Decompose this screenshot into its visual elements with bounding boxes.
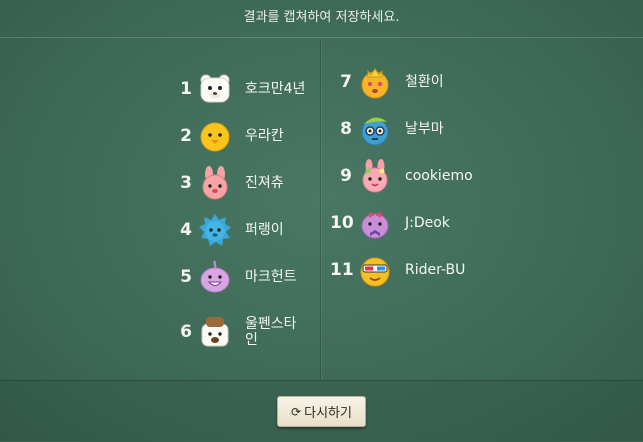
- rank-number: 4: [180, 220, 192, 240]
- player-name: 철환이: [405, 74, 444, 90]
- pink-rabbit-icon: [198, 166, 232, 200]
- player-name: 우라칸: [245, 128, 284, 144]
- rank-number: 10: [330, 213, 354, 233]
- rank-number: 11: [330, 260, 354, 280]
- instruction-header: 결과를 캡쳐하여 저장하세요.: [0, 0, 643, 38]
- refresh-icon: ⟳: [291, 404, 302, 419]
- rank-row-10: 10 J:Deok: [330, 206, 515, 240]
- rank-row-3: 3 진져츄: [170, 166, 307, 200]
- blue-spiky-icon: [198, 213, 232, 247]
- blue-glasses-icon: [358, 112, 392, 146]
- rank-row-9: 9 cookiemo: [330, 159, 515, 193]
- yellow-3d-glasses-icon: [358, 253, 392, 287]
- rank-number: 6: [180, 322, 192, 342]
- purple-blob-icon: [198, 260, 232, 294]
- player-name: Rider-BU: [405, 262, 466, 278]
- player-name: 날부마: [405, 121, 444, 137]
- rank-number: 9: [340, 166, 352, 186]
- rank-number: 8: [340, 119, 352, 139]
- player-name: J:Deok: [405, 215, 450, 231]
- player-name: 마크헌트: [245, 269, 297, 285]
- rank-row-6: 6 울펜스타인: [170, 315, 307, 349]
- player-name: 진져츄: [245, 175, 284, 191]
- bear-hat-icon: [198, 315, 232, 349]
- retry-label: 다시하기: [304, 406, 352, 421]
- rank-number: 3: [180, 173, 192, 193]
- footer-bar: ⟳ 다시하기: [0, 380, 643, 442]
- purple-bow-icon: [358, 206, 392, 240]
- retry-button[interactable]: ⟳ 다시하기: [277, 396, 366, 427]
- player-name: 퍼랭이: [245, 222, 284, 238]
- rank-number: 1: [180, 79, 192, 99]
- polar-bear-icon: [198, 72, 232, 106]
- rank-row-11: 11 Rider-BU: [330, 253, 515, 287]
- player-name: 울펜스타인: [245, 316, 297, 348]
- crowned-face-icon: [358, 65, 392, 99]
- rank-row-5: 5 마크헌트: [170, 260, 307, 294]
- rank-row-2: 2 우라칸: [170, 119, 307, 153]
- chick-icon: [198, 119, 232, 153]
- ranking-panel: 1 호크만4년 2 우라칸 3 진져츄 4 퍼랭이 5 마크헌트 6 울펜스타인…: [0, 38, 643, 380]
- rank-row-8: 8 날부마: [330, 112, 515, 146]
- player-name: 호크만4년: [245, 81, 306, 97]
- rank-number: 5: [180, 267, 192, 287]
- rabbit-flower-icon: [358, 159, 392, 193]
- rank-row-1: 1 호크만4년: [170, 72, 307, 106]
- player-name: cookiemo: [405, 168, 473, 184]
- column-divider: [320, 38, 321, 380]
- rank-row-4: 4 퍼랭이: [170, 213, 307, 247]
- header-title: 결과를 캡쳐하여 저장하세요.: [243, 10, 400, 25]
- rank-number: 2: [180, 126, 192, 146]
- rank-row-7: 7 철환이: [330, 65, 515, 99]
- rank-number: 7: [340, 72, 352, 92]
